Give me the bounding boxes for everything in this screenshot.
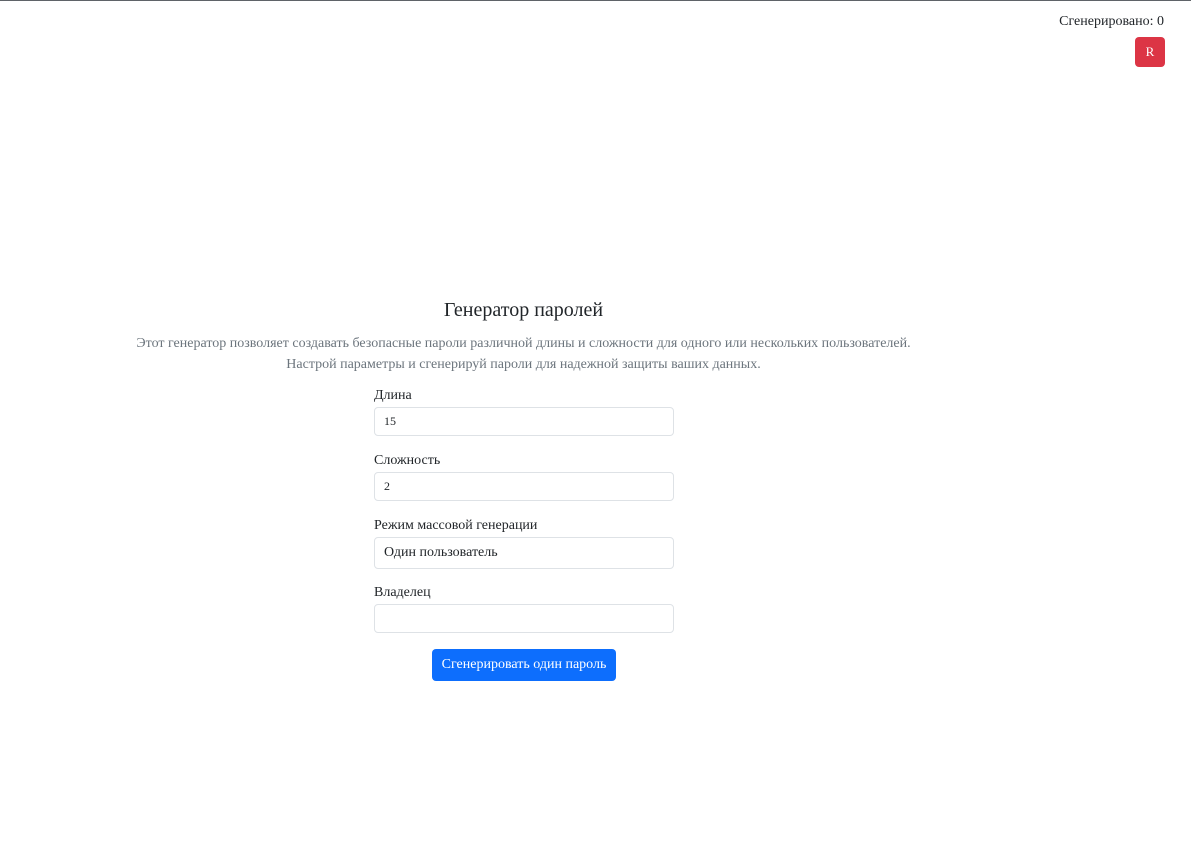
mode-selected-value: Один пользователь bbox=[384, 545, 498, 560]
length-label: Длина bbox=[374, 388, 412, 403]
user-avatar-button[interactable]: R bbox=[1135, 37, 1165, 67]
page-description: Этот генератор позволяет создавать безоп… bbox=[0, 333, 1047, 375]
window-top-border bbox=[0, 0, 1191, 1]
length-input[interactable] bbox=[374, 407, 674, 436]
page-title: Генератор паролей bbox=[443, 299, 604, 321]
owner-group: Владелец bbox=[374, 583, 674, 633]
complexity-label: Сложность bbox=[374, 453, 441, 468]
length-group: Длина bbox=[374, 386, 674, 436]
mode-select[interactable]: Один пользователь bbox=[374, 537, 674, 569]
description-line-2: Настрой параметры и сгенерируй пароли дл… bbox=[286, 357, 761, 372]
password-generator-form: Длина Сложность Режим массовой генерации… bbox=[374, 386, 674, 648]
generated-counter: Сгенерировано: 0 bbox=[1059, 14, 1164, 29]
complexity-group: Сложность bbox=[374, 451, 674, 501]
complexity-input[interactable] bbox=[374, 472, 674, 501]
owner-input[interactable] bbox=[374, 604, 674, 633]
description-line-1: Этот генератор позволяет создавать безоп… bbox=[136, 336, 911, 351]
generate-password-button[interactable]: Сгенерировать один пароль bbox=[432, 649, 616, 681]
mode-group: Режим массовой генерации Один пользовате… bbox=[374, 516, 674, 569]
owner-label: Владелец bbox=[374, 585, 431, 600]
mode-label: Режим массовой генерации bbox=[374, 518, 538, 533]
